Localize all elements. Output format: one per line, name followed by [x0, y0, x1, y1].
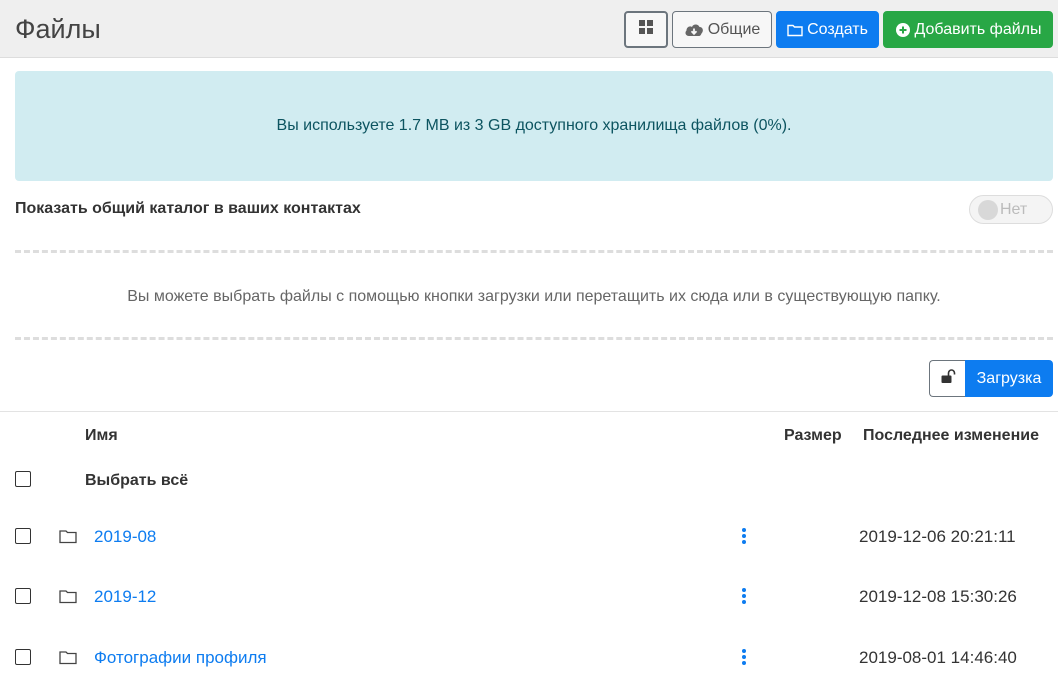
page-header: Файлы Общие Создать Добавить файлы: [0, 0, 1058, 58]
dropzone-top-border: [15, 250, 1053, 253]
folder-icon: [59, 649, 77, 670]
lock-button[interactable]: [929, 360, 966, 397]
folder-link[interactable]: 2019-08: [94, 527, 156, 547]
page-title: Файлы: [15, 14, 101, 44]
create-button[interactable]: Создать: [776, 11, 879, 48]
modified-date: 2019-08-01 14:46:40: [859, 648, 1017, 667]
add-files-button[interactable]: Добавить файлы: [883, 11, 1053, 48]
unlock-icon: [940, 368, 956, 389]
dropzone-bottom-border: [15, 337, 1053, 340]
table-row[interactable]: 2019-08 2019-12-06 20:21:11: [0, 516, 1058, 556]
create-label: Создать: [807, 20, 868, 38]
toggle-knob: [978, 199, 998, 220]
add-files-label: Добавить файлы: [914, 20, 1042, 38]
row-checkbox[interactable]: [15, 588, 31, 604]
folder-icon: [787, 23, 803, 37]
plus-circle-icon: [895, 22, 911, 38]
table-separator: [0, 411, 1058, 412]
row-checkbox[interactable]: [15, 649, 31, 665]
column-header-name[interactable]: Имя: [85, 427, 118, 445]
folder-icon: [59, 588, 77, 609]
row-checkbox[interactable]: [15, 528, 31, 544]
toggle-label: Нет: [1000, 200, 1028, 218]
dropzone[interactable]: Вы можете выбрать файлы с помощью кнопки…: [15, 288, 1053, 306]
modified-date: 2019-12-06 20:21:11: [859, 527, 1016, 546]
more-options-icon[interactable]: [740, 649, 748, 665]
column-header-size[interactable]: Размер: [784, 427, 842, 445]
grid-view-button[interactable]: [624, 11, 668, 48]
upload-button[interactable]: Загрузка: [965, 360, 1053, 397]
table-row[interactable]: 2019-12 2019-12-08 15:30:26: [0, 576, 1058, 616]
storage-alert: Вы используете 1.7 MB из 3 GB доступного…: [15, 71, 1053, 181]
shared-button[interactable]: Общие: [672, 11, 772, 48]
grid-icon: [638, 19, 654, 40]
table-row[interactable]: Фотографии профиля 2019-08-01 14:46:40: [0, 637, 1058, 677]
select-all-label: Выбрать всё: [85, 472, 189, 489]
shared-catalog-label: Показать общий каталог в ваших контактах: [15, 200, 361, 217]
modified-date: 2019-12-08 15:30:26: [859, 587, 1017, 606]
column-header-modified[interactable]: Последнее изменение: [863, 427, 1039, 445]
folder-link[interactable]: 2019-12: [94, 587, 156, 607]
cloud-download-icon: [684, 22, 704, 38]
folder-icon: [59, 528, 77, 549]
shared-catalog-toggle[interactable]: Нет: [969, 195, 1053, 224]
shared-label: Общие: [707, 20, 761, 38]
folder-link[interactable]: Фотографии профиля: [94, 648, 267, 668]
select-all-checkbox[interactable]: [15, 471, 31, 487]
more-options-icon[interactable]: [740, 528, 748, 544]
more-options-icon[interactable]: [740, 588, 748, 604]
